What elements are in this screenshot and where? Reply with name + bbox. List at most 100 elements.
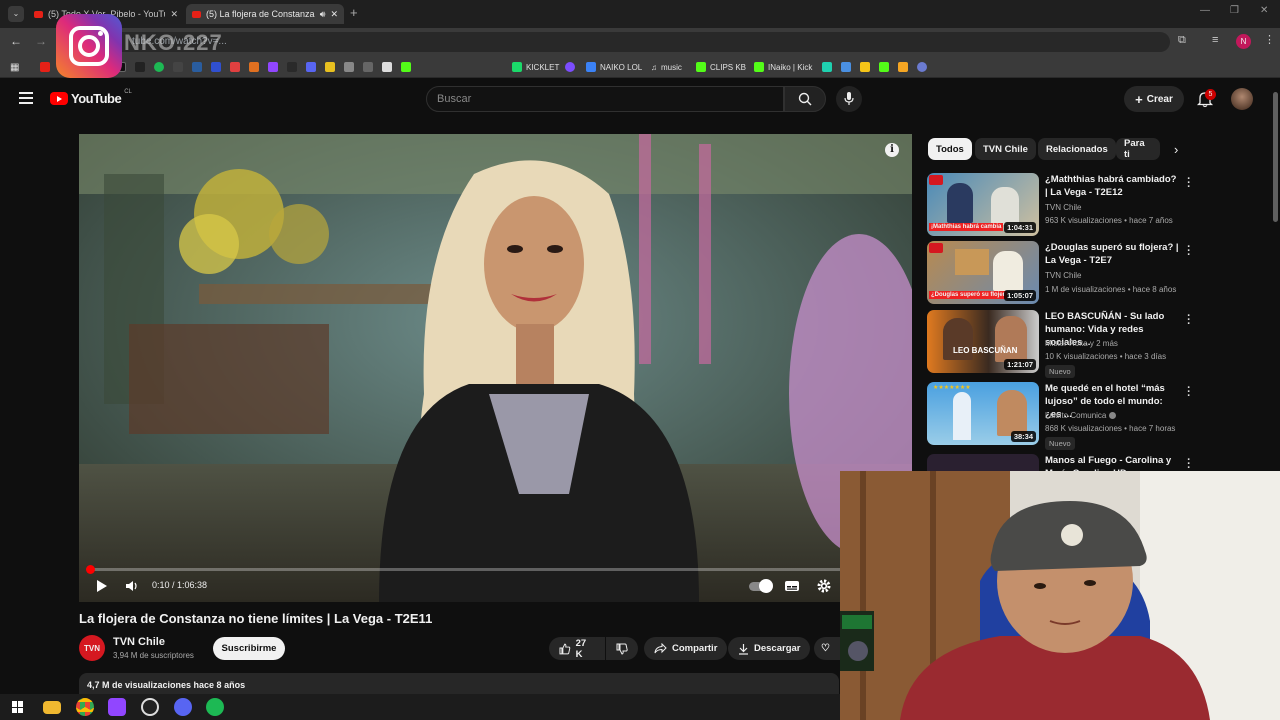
search-input[interactable]: Buscar bbox=[426, 86, 784, 112]
twitch-bookmark-icon[interactable] bbox=[268, 62, 278, 72]
bookmark-icon[interactable] bbox=[898, 62, 908, 72]
related-thumbnail[interactable]: ★★★★★★★ 38:34 bbox=[927, 382, 1039, 445]
discord-icon[interactable] bbox=[174, 698, 192, 716]
bookmark-music[interactable]: ♫ music bbox=[651, 59, 682, 75]
bookmark-icon[interactable] bbox=[230, 62, 240, 72]
info-icon[interactable]: i bbox=[885, 143, 899, 157]
browser-menu-icon[interactable]: ⋮ bbox=[1264, 33, 1275, 46]
video-progress-bar[interactable] bbox=[85, 565, 840, 574]
create-button[interactable]: + Crear bbox=[1124, 86, 1184, 112]
like-button[interactable]: 27 K bbox=[549, 637, 605, 660]
related-thumbnail[interactable]: ¡Maththias habrá cambia 1:04:31 bbox=[927, 173, 1039, 236]
more-options-icon[interactable]: · · · bbox=[1186, 311, 1192, 330]
bookmark-clips-kb[interactable]: CLIPS KB bbox=[696, 59, 746, 75]
close-window-icon[interactable]: ✕ bbox=[1260, 5, 1268, 16]
more-options-icon[interactable]: · · · bbox=[1186, 174, 1192, 193]
more-options-icon[interactable]: · · · bbox=[1186, 383, 1192, 402]
related-thumbnail[interactable] bbox=[927, 454, 1039, 471]
bookmark-kicklet[interactable]: KICKLET bbox=[512, 59, 559, 75]
bookmark-icon[interactable] bbox=[306, 62, 316, 72]
chip-para-ti[interactable]: Para ti bbox=[1116, 138, 1160, 160]
page-scrollbar[interactable] bbox=[1273, 92, 1278, 222]
restore-icon[interactable]: ❐ bbox=[1230, 5, 1239, 16]
new-tab-icon[interactable]: + bbox=[350, 5, 358, 20]
extensions-icon[interactable]: ⧉ bbox=[1178, 34, 1186, 47]
windows-start-icon[interactable] bbox=[12, 701, 24, 713]
bookmark-icon[interactable] bbox=[211, 62, 221, 72]
bookmark-inaiko-kick[interactable]: INaiko | Kick bbox=[754, 59, 812, 75]
hamburger-menu-icon[interactable] bbox=[19, 92, 33, 104]
play-button[interactable] bbox=[92, 576, 112, 596]
related-channel[interactable]: Mister Roka y 2 más bbox=[1045, 339, 1118, 348]
bookmark-naiko-lol[interactable]: NAIKO LOL bbox=[586, 59, 642, 75]
profile-avatar[interactable]: N bbox=[1236, 34, 1251, 49]
minimize-icon[interactable]: — bbox=[1200, 5, 1210, 16]
subtitles-button[interactable] bbox=[782, 576, 802, 596]
youtube-logo[interactable]: YouTube CL bbox=[50, 89, 132, 106]
apps-icon[interactable]: ▦ bbox=[10, 59, 19, 75]
youtube-bookmark-icon[interactable] bbox=[40, 62, 50, 72]
related-thumbnail[interactable]: ¿Douglas superó su flojer 1:05:07 bbox=[927, 241, 1039, 304]
bookmark-icon[interactable] bbox=[917, 62, 927, 72]
browser-tab-active[interactable]: (5) La flojera de Constanza 🔊︎ ✕ bbox=[186, 4, 344, 24]
tiktok-bookmark-icon[interactable] bbox=[135, 62, 145, 72]
bookmark-icon[interactable] bbox=[325, 62, 335, 72]
download-button[interactable]: Descargar bbox=[728, 637, 811, 660]
related-thumbnail[interactable]: LEO BASCUÑAN 1:21:07 bbox=[927, 310, 1039, 373]
dislike-button[interactable] bbox=[606, 637, 638, 660]
more-options-icon[interactable]: · · · bbox=[1186, 242, 1192, 261]
tab-close-icon[interactable]: ✕ bbox=[330, 9, 338, 20]
speaker-icon[interactable]: 🔊︎ bbox=[320, 9, 326, 20]
chrome-icon[interactable] bbox=[76, 698, 94, 716]
bookmark-icon[interactable] bbox=[173, 62, 183, 72]
bookmark-icon[interactable] bbox=[382, 62, 392, 72]
related-channel[interactable]: TVN Chile bbox=[1045, 203, 1081, 212]
autoplay-toggle[interactable] bbox=[748, 576, 773, 596]
bookmark-icon-only[interactable] bbox=[565, 59, 575, 75]
twitch-icon[interactable] bbox=[108, 698, 126, 716]
voice-search-button[interactable] bbox=[836, 86, 862, 112]
bookmark-icon[interactable] bbox=[841, 62, 851, 72]
address-bar[interactable]: tube.com/watch?v=... bbox=[110, 32, 1170, 52]
bookmark-icon[interactable] bbox=[249, 62, 259, 72]
related-title[interactable]: Manos al Fuego - Carolina y María Caroli… bbox=[1045, 454, 1180, 471]
channel-avatar[interactable]: TVN bbox=[79, 635, 105, 661]
bookmark-icon[interactable] bbox=[822, 62, 832, 72]
thanks-button[interactable]: ♡ bbox=[814, 637, 840, 660]
bookmark-icon[interactable] bbox=[401, 62, 411, 72]
file-explorer-icon[interactable] bbox=[43, 701, 61, 714]
share-button[interactable]: Compartir bbox=[644, 637, 728, 660]
bookmark-icon[interactable] bbox=[879, 62, 889, 72]
chip-relacionados[interactable]: Relacionados bbox=[1038, 138, 1116, 160]
video-duration: 38:34 bbox=[1010, 431, 1036, 442]
channel-name[interactable]: TVN Chile bbox=[113, 636, 165, 648]
spotify-icon[interactable] bbox=[206, 698, 224, 716]
bookmark-icon[interactable] bbox=[344, 62, 354, 72]
bookmark-icon[interactable] bbox=[860, 62, 870, 72]
progress-scrubber[interactable] bbox=[85, 565, 95, 574]
related-title[interactable]: ¿Douglas superó su flojera? | La Vega - … bbox=[1045, 241, 1180, 267]
tab-search-icon[interactable]: ⌄ bbox=[8, 6, 24, 22]
account-avatar[interactable] bbox=[1231, 88, 1253, 110]
obs-icon[interactable] bbox=[141, 698, 159, 716]
mute-button[interactable] bbox=[121, 576, 141, 596]
chip-todos[interactable]: Todos bbox=[928, 138, 972, 160]
chips-next-icon[interactable]: › bbox=[1174, 142, 1178, 157]
bookmark-icon[interactable] bbox=[192, 62, 202, 72]
chip-tvn-chile[interactable]: TVN Chile bbox=[975, 138, 1036, 160]
search-button[interactable] bbox=[784, 86, 826, 112]
bookmark-icon[interactable] bbox=[363, 62, 373, 72]
forward-icon[interactable]: → bbox=[35, 34, 47, 48]
tab-close-icon[interactable]: ✕ bbox=[170, 9, 178, 20]
spotify-bookmark-icon[interactable] bbox=[154, 62, 164, 72]
related-channel[interactable]: TVN Chile bbox=[1045, 271, 1081, 280]
related-channel[interactable]: Luisito Comunica bbox=[1045, 411, 1117, 420]
settings-button[interactable] bbox=[814, 576, 834, 596]
related-title[interactable]: ¿Maththias habrá cambiado? | La Vega - T… bbox=[1045, 173, 1180, 199]
back-icon[interactable]: ← bbox=[10, 34, 22, 48]
bookmark-icon[interactable] bbox=[287, 62, 297, 72]
subscribe-button[interactable]: Suscribirme bbox=[213, 637, 285, 660]
media-controls-icon[interactable]: ≡ bbox=[1212, 34, 1218, 46]
video-player[interactable]: i bbox=[79, 134, 912, 602]
more-options-icon[interactable]: · · · bbox=[1186, 455, 1192, 474]
